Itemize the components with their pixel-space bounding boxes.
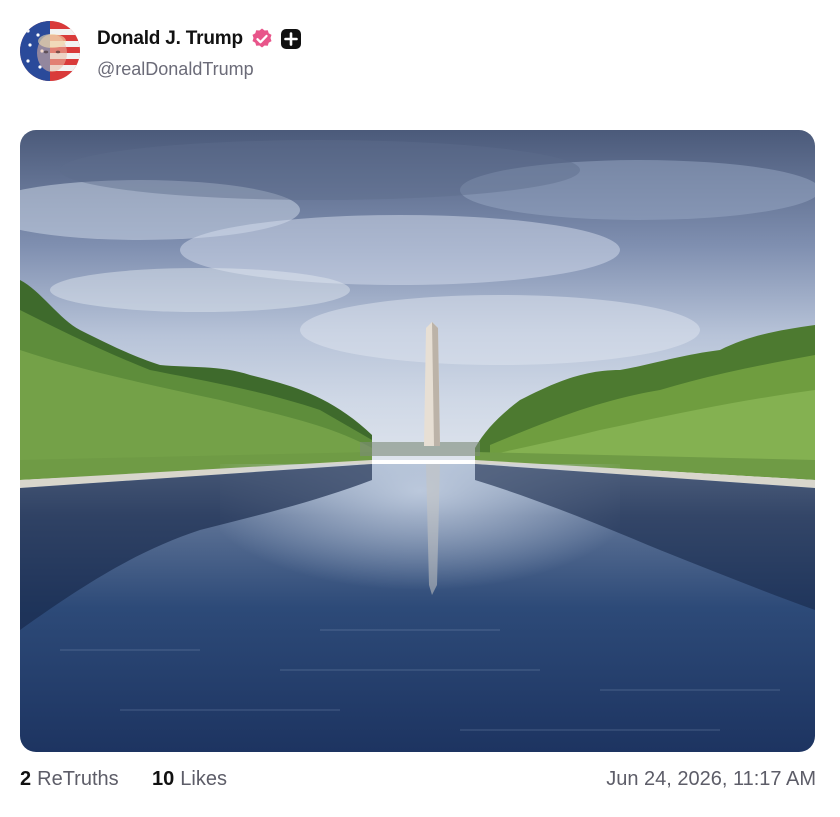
author-name-row: Donald J. Trump <box>97 26 302 52</box>
avatar[interactable] <box>20 21 80 81</box>
plus-badge-icon <box>280 28 302 50</box>
retruths-count: 2 <box>20 768 32 790</box>
post-footer: 2 ReTruths 10 Likes Jun 24, 2026, 11:17 … <box>20 768 816 796</box>
post-image[interactable] <box>20 130 815 752</box>
verified-badge-icon <box>250 27 274 51</box>
reflecting-pool-photo <box>20 130 815 752</box>
likes-stat[interactable]: 10 Likes <box>152 768 227 791</box>
author-display-name[interactable]: Donald J. Trump <box>97 28 243 50</box>
retruths-label: ReTruths <box>37 768 119 790</box>
likes-label: Likes <box>180 768 227 790</box>
author-handle[interactable]: @realDonaldTrump <box>97 59 254 80</box>
post-header: Donald J. Trump @realDonaldTrump <box>20 20 820 82</box>
post-timestamp[interactable]: Jun 24, 2026, 11:17 AM <box>606 768 816 791</box>
likes-count: 10 <box>152 768 175 790</box>
retruths-stat[interactable]: 2 ReTruths <box>20 768 119 791</box>
flag-portrait-avatar-icon <box>20 21 80 81</box>
